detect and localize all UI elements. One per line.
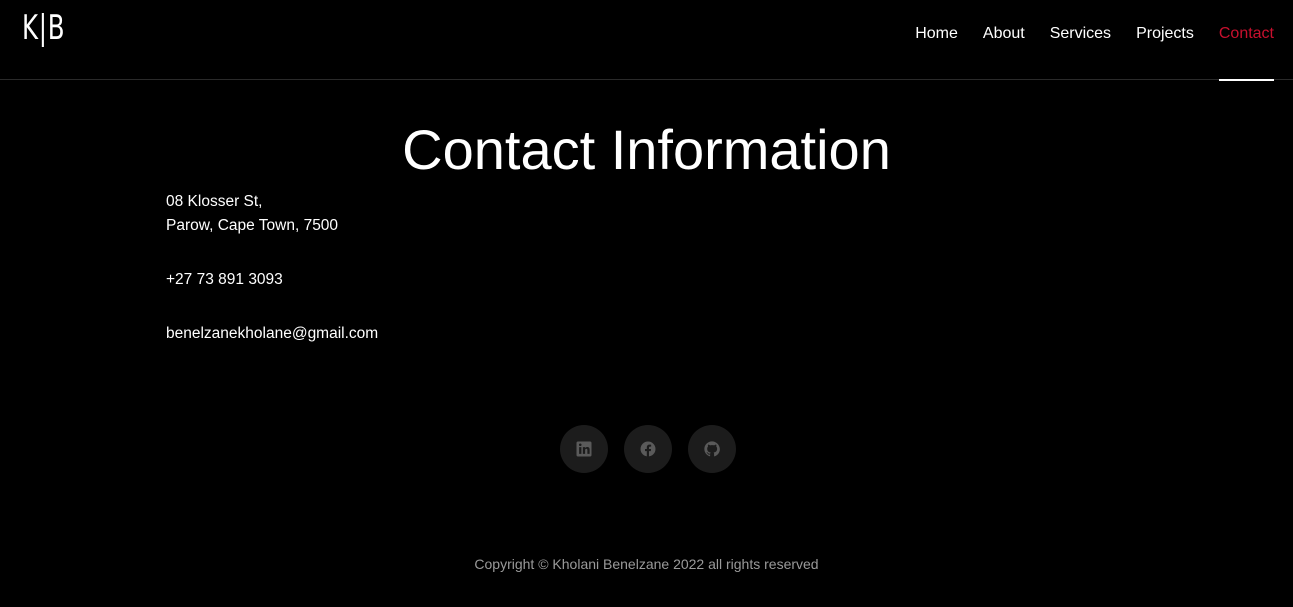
nav-menu: Home About Services Projects Contact [890,0,1274,81]
phone-number: +27 73 891 3093 [166,271,283,288]
nav-item-contact[interactable]: Contact [1218,0,1274,81]
social-links [560,425,752,473]
nav-item-contact-label: Contact [1218,25,1274,42]
linkedin-icon [576,441,592,457]
nav-item-home[interactable]: Home [915,0,958,80]
facebook-button[interactable] [624,425,672,473]
linkedin-button[interactable] [560,425,608,473]
navbar: K|B Home About Services Projects Contact [0,0,1293,81]
github-button[interactable] [688,425,736,473]
copyright-text: Copyright © Kholani Benelzane 2022 all r… [474,556,819,572]
facebook-icon [640,441,656,457]
github-icon [704,441,720,457]
nav-item-projects[interactable]: Projects [1136,0,1194,80]
site-logo[interactable]: K|B [22,8,65,48]
address-line-1: 08 Klosser St, [166,193,263,210]
nav-item-about[interactable]: About [983,0,1025,80]
page-title: Contact Information [402,118,891,181]
address-line-2: Parow, Cape Town, 7500 [166,217,339,234]
email-address[interactable]: benelzanekholane@gmail.com [166,322,378,346]
nav-item-services[interactable]: Services [1050,0,1111,80]
active-nav-underline [1218,79,1274,81]
contact-details: 08 Klosser St, Parow, Cape Town, 7500 +2… [166,190,378,346]
